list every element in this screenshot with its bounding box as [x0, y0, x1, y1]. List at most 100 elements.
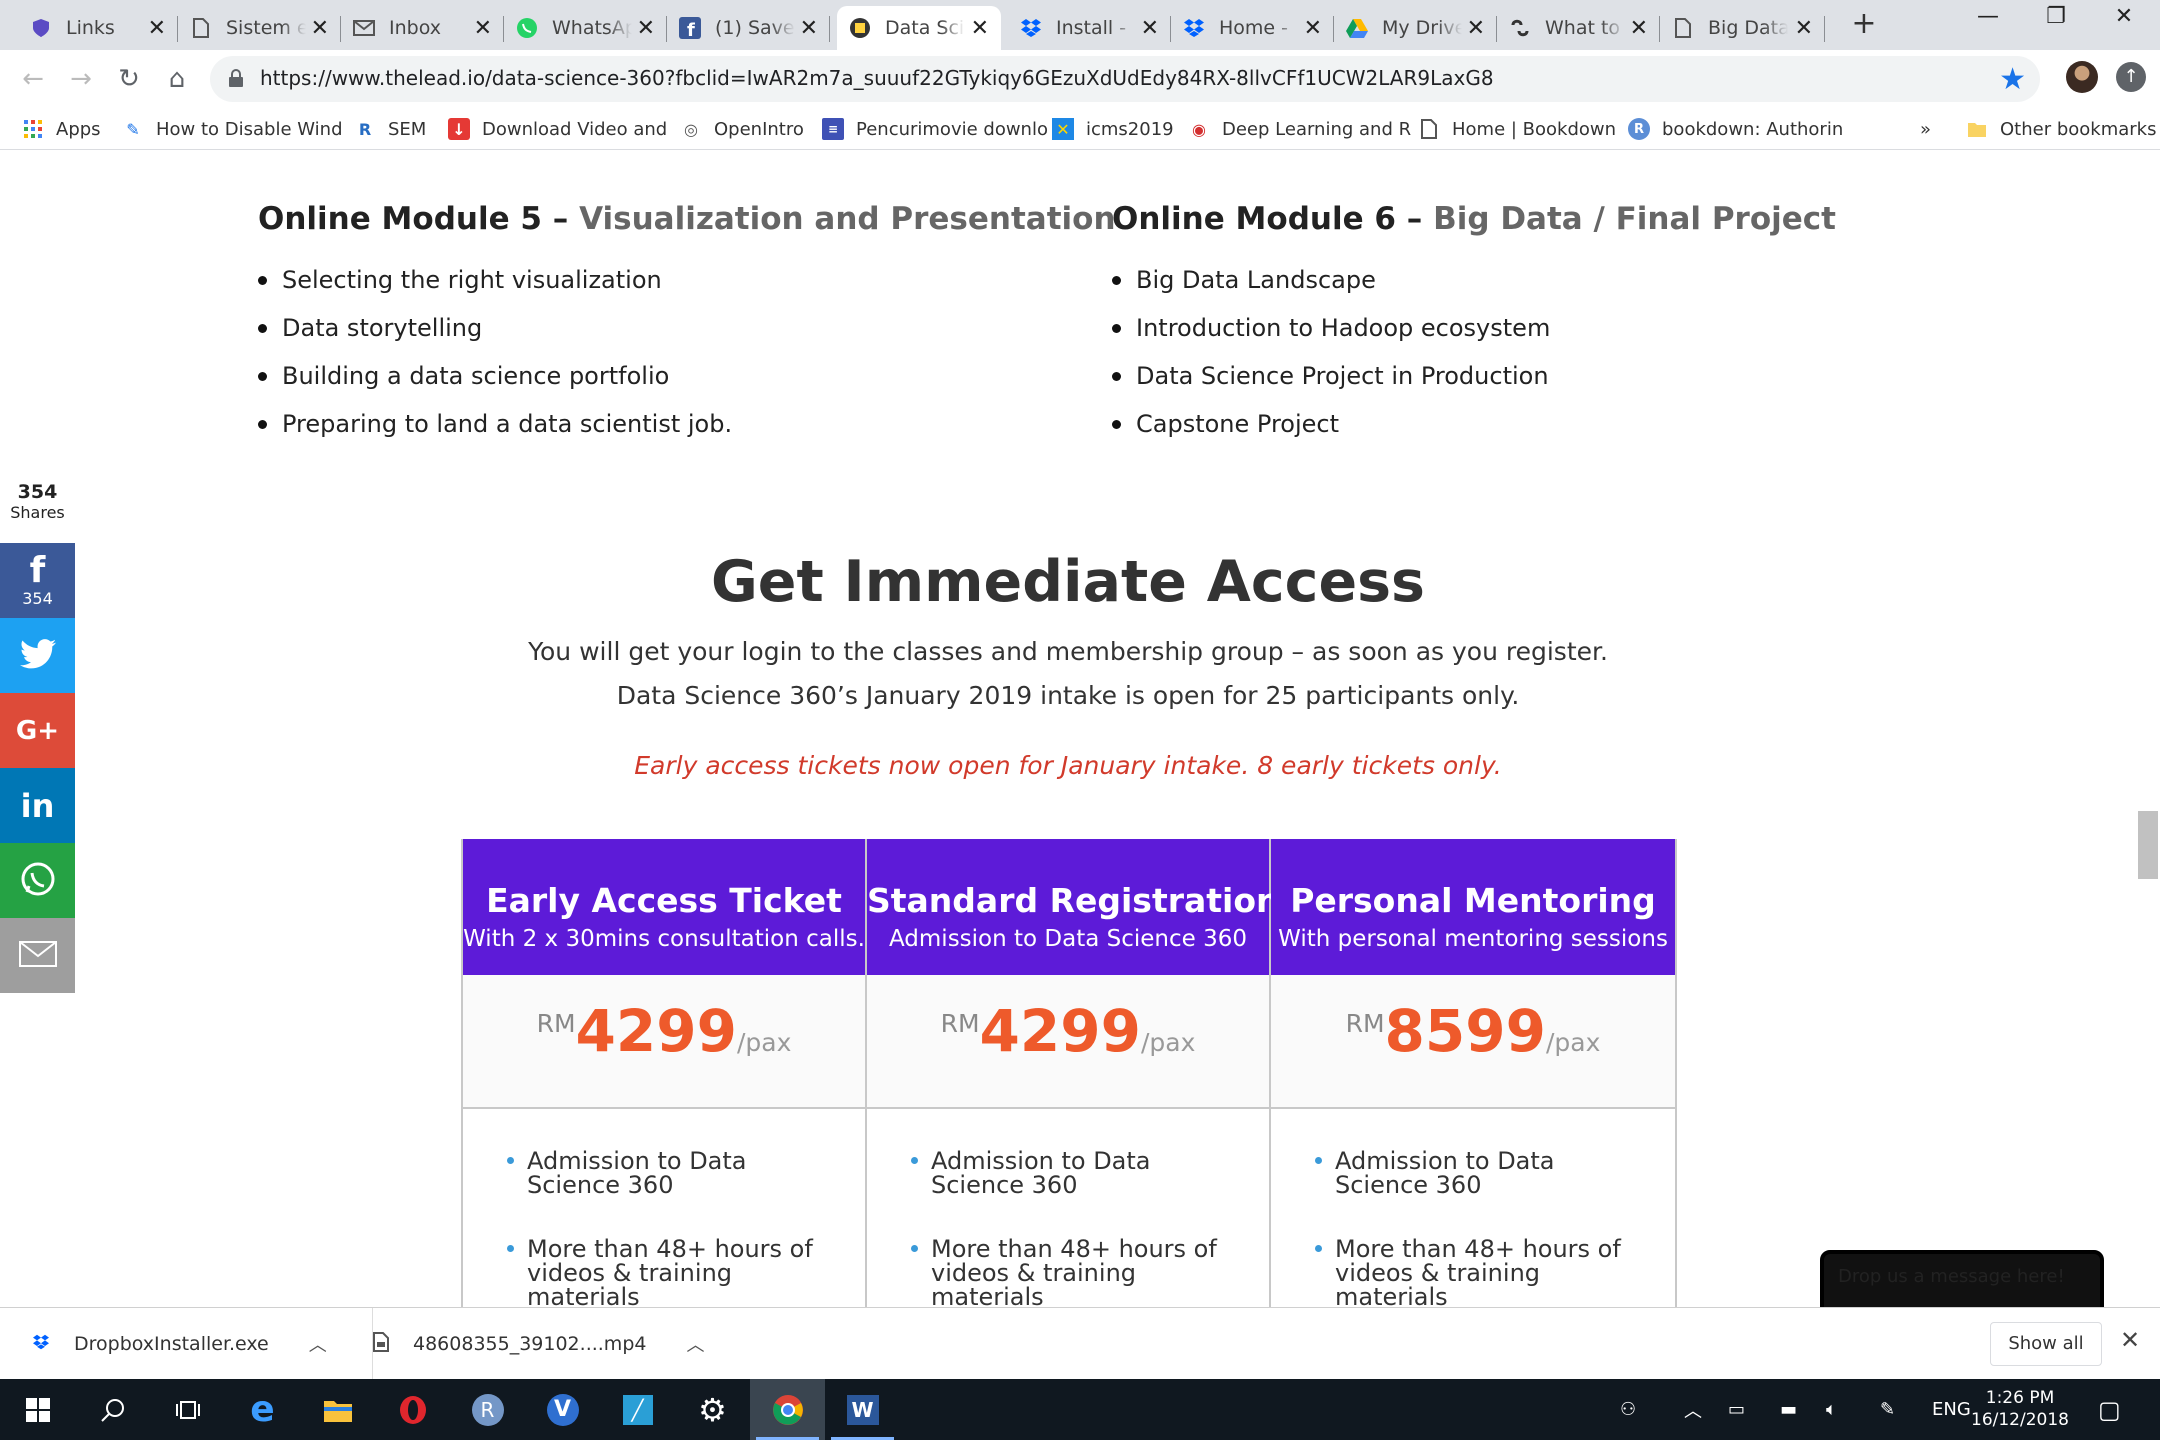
tab-links[interactable]: Links ✕ — [18, 6, 178, 50]
drive-icon — [1346, 17, 1368, 39]
pen-icon[interactable]: ✎ — [1880, 1379, 1895, 1440]
tab-big-data[interactable]: Big Data ✕ — [1660, 6, 1825, 50]
chat-label: Drop us a message here! — [1838, 1266, 2065, 1287]
new-tab-button[interactable]: + — [1844, 6, 1884, 41]
list-item: Data Science Project in Production — [1112, 352, 1550, 400]
feature-item: Admission to Data Science 360 — [507, 1149, 827, 1197]
list-item: Building a data science portfolio — [258, 352, 732, 400]
scrollbar[interactable] — [2136, 151, 2160, 1307]
bookmark-sem[interactable]: R SEM — [354, 114, 427, 144]
bookmark-label: Apps — [56, 118, 101, 140]
whatsapp-icon — [516, 17, 538, 39]
url-text[interactable]: https://www.thelead.io/data-science-360?… — [260, 66, 1494, 90]
tab-inbox[interactable]: Inbox ✕ — [341, 6, 504, 50]
reload-icon[interactable]: ↻ — [110, 60, 148, 98]
more-bookmarks-button[interactable]: » — [1920, 114, 1931, 144]
thelead-icon — [849, 17, 871, 39]
chrome-icon[interactable] — [750, 1379, 825, 1440]
record-icon: ◉ — [1192, 119, 1206, 139]
r-app-icon[interactable]: R — [450, 1379, 525, 1440]
opera-icon[interactable] — [375, 1379, 450, 1440]
forward-icon[interactable]: → — [62, 60, 100, 98]
bookmark-bookdown-authoring[interactable]: R bookdown: Authorin — [1628, 114, 1843, 144]
settings-icon[interactable]: ⚙ — [675, 1379, 750, 1440]
price-unit: /pax — [1545, 1028, 1601, 1057]
whatsapp-share-button[interactable] — [0, 843, 75, 918]
home-icon[interactable]: ⌂ — [158, 60, 196, 98]
download-item-dropbox[interactable]: DropboxInstaller.exe ︿ — [32, 1308, 327, 1380]
tab-install-dropbox[interactable]: Install - ✕ — [1008, 6, 1171, 50]
bookmark-label: bookdown: Authorin — [1662, 118, 1844, 140]
window-close-icon[interactable]: ✕ — [2104, 4, 2144, 29]
bookmark-apps[interactable]: Apps — [22, 114, 101, 144]
tab-facebook-saved[interactable]: f (1) Save ✕ — [667, 6, 830, 50]
chevron-up-icon[interactable]: ︿ — [686, 1331, 704, 1357]
close-tab-icon[interactable]: ✕ — [1304, 16, 1322, 41]
windows-start-icon[interactable] — [0, 1379, 75, 1440]
dropbox-icon — [1020, 17, 1042, 39]
extension-icon[interactable]: ↑ — [2116, 62, 2146, 92]
tab-what-to[interactable]: What to ✕ — [1497, 6, 1660, 50]
restore-icon[interactable]: ❐ — [2036, 4, 2076, 29]
bookmark-download-video[interactable]: ↓ Download Video and — [448, 114, 667, 144]
list-item: Big Data Landscape — [1112, 256, 1550, 304]
vpn-app-icon[interactable]: V — [525, 1379, 600, 1440]
plan-subtitle: Admission to Data Science 360 — [888, 926, 1248, 952]
close-tab-icon[interactable]: ✕ — [1467, 16, 1485, 41]
doc-icon: ≡ — [822, 118, 844, 140]
people-icon[interactable]: ⚇ — [1620, 1379, 1636, 1440]
scrollbar-thumb[interactable] — [2138, 811, 2158, 879]
network-icon[interactable]: ▭ — [1728, 1379, 1745, 1440]
task-view-icon[interactable] — [150, 1379, 225, 1440]
bookmark-icms2019[interactable]: ✕ icms2019 — [1052, 114, 1174, 144]
close-tab-icon[interactable]: ✕ — [800, 16, 818, 41]
close-tab-icon[interactable]: ✕ — [637, 16, 655, 41]
bookmark-star-icon[interactable]: ★ — [1999, 62, 2026, 97]
profile-avatar[interactable] — [2066, 61, 2098, 93]
minimize-icon[interactable]: — — [1968, 4, 2008, 29]
email-share-button[interactable] — [0, 918, 75, 993]
list-item: Data storytelling — [258, 304, 732, 352]
close-tab-icon[interactable]: ✕ — [474, 16, 492, 41]
download-item-mp4[interactable]: 48608355_39102....mp4 ︿ — [372, 1308, 704, 1380]
bookmark-openintro[interactable]: ◎ OpenIntro — [680, 114, 804, 144]
battery-icon[interactable]: ▬ — [1780, 1379, 1797, 1440]
tab-my-drive[interactable]: My Drive ✕ — [1334, 6, 1497, 50]
show-all-downloads-button[interactable]: Show all — [1990, 1322, 2102, 1366]
bookmark-pencurimovie[interactable]: ≡ Pencurimovie downlo — [822, 114, 1048, 144]
search-icon[interactable] — [75, 1379, 150, 1440]
plan-standard: Standard Registration Admission to Data … — [867, 839, 1280, 1307]
system-clock[interactable]: 1:26 PM 16/12/2018 — [1960, 1387, 2080, 1431]
word-icon[interactable]: W — [825, 1379, 900, 1440]
bookmark-how-to-disable[interactable]: ✎ How to Disable Wind — [122, 114, 342, 144]
other-bookmarks[interactable]: Other bookmarks — [1966, 114, 2156, 144]
address-bar[interactable]: https://www.thelead.io/data-science-360?… — [210, 56, 2040, 102]
tab-sistem[interactable]: Sistem e ✕ — [178, 6, 341, 50]
close-tab-icon[interactable]: ✕ — [1630, 16, 1648, 41]
file-explorer-icon[interactable] — [300, 1379, 375, 1440]
plan-title: Personal Mentoring — [1290, 881, 1656, 920]
chevron-up-icon[interactable]: ︿ — [1684, 1379, 1702, 1440]
tab-data-science[interactable]: Data Sci ✕ — [837, 6, 1001, 50]
close-tab-icon[interactable]: ✕ — [311, 16, 329, 41]
chevron-up-icon[interactable]: ︿ — [309, 1331, 327, 1357]
close-tab-icon[interactable]: ✕ — [148, 16, 166, 41]
bookmark-deep-learning[interactable]: ◉ Deep Learning and R — [1188, 114, 1411, 144]
r-icon: R — [1628, 118, 1650, 140]
tab-home-dropbox[interactable]: Home - ✕ — [1171, 6, 1334, 50]
back-icon[interactable]: ← — [14, 60, 52, 98]
page-icon — [190, 17, 212, 39]
notifications-icon[interactable]: ▢ — [2098, 1379, 2121, 1440]
close-shelf-icon[interactable]: ✕ — [2120, 1326, 2140, 1354]
chat-widget[interactable]: Drop us a message here! — [1820, 1250, 2104, 1307]
close-tab-icon[interactable]: ✕ — [971, 16, 989, 41]
close-tab-icon[interactable]: ✕ — [1795, 16, 1813, 41]
volume-icon[interactable]: 🔈︎ — [1826, 1379, 1837, 1440]
module-title: Visualization and Presentation — [579, 201, 1116, 237]
plan-subtitle: With 2 x 30mins consultation calls. — [463, 926, 865, 952]
close-tab-icon[interactable]: ✕ — [1141, 16, 1159, 41]
tab-whatsapp[interactable]: WhatsAp ✕ — [504, 6, 667, 50]
sketch-app-icon[interactable]: ╱ — [600, 1379, 675, 1440]
edge-icon[interactable]: e — [225, 1379, 300, 1440]
bookmark-home-bookdown[interactable]: Home | Bookdown — [1418, 114, 1616, 144]
